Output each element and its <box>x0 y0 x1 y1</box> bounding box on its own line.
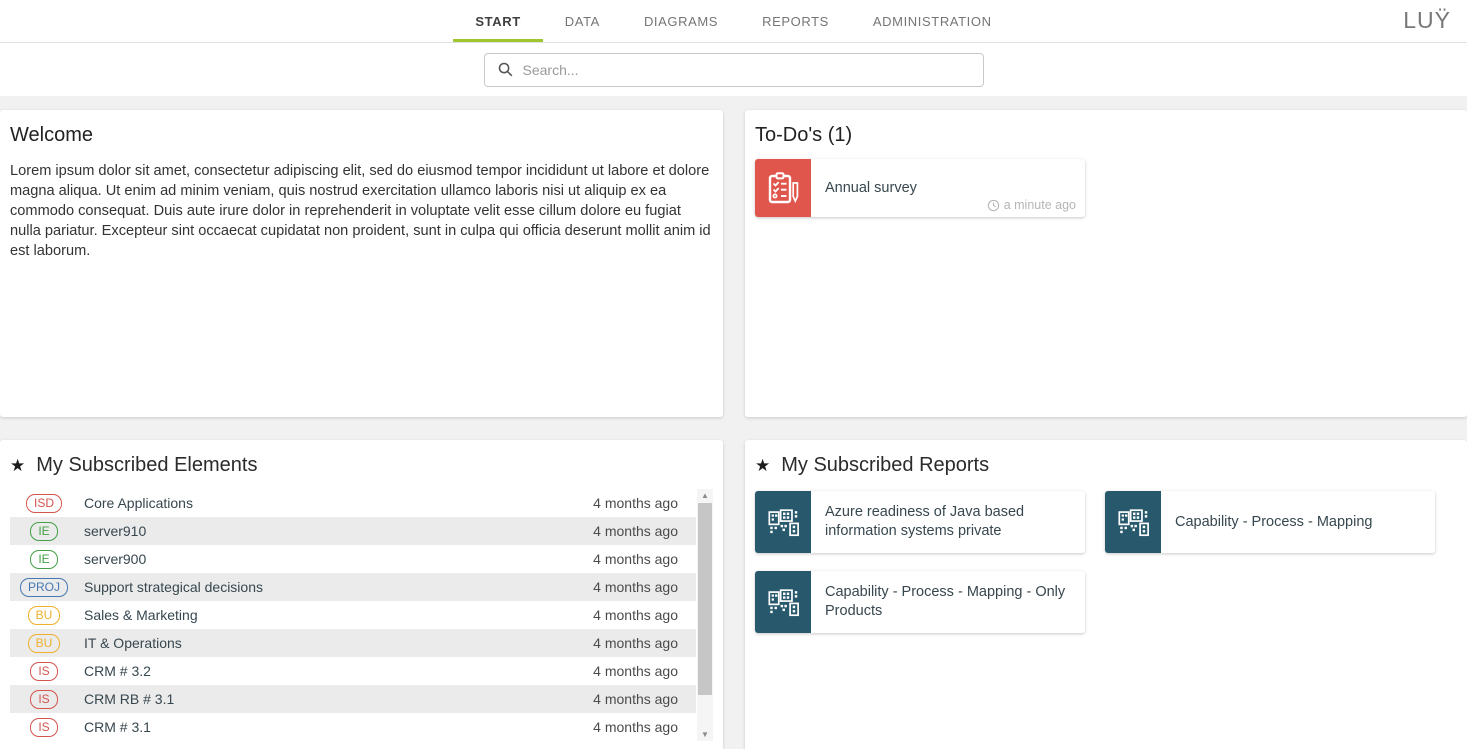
tab-reports[interactable]: REPORTS <box>740 0 851 42</box>
todo-annual-survey[interactable]: Annual survey a minute ago <box>755 159 1085 217</box>
todo-item-label: Annual survey <box>811 171 931 206</box>
report-matrix-icon <box>755 491 811 553</box>
element-name: server900 <box>84 551 593 567</box>
todos-card: To-Do's (1) <box>745 110 1467 417</box>
element-name: Support strategical decisions <box>84 579 593 595</box>
welcome-title: Welcome <box>10 124 713 147</box>
report-matrix-icon <box>1105 491 1161 553</box>
element-type-badge: BU <box>28 634 61 653</box>
element-subscribed-time: 4 months ago <box>593 719 688 735</box>
element-name: Core Applications <box>84 495 593 511</box>
element-name: CRM # 3.2 <box>84 663 593 679</box>
search-input[interactable] <box>523 62 971 78</box>
subscribed-element-row[interactable]: IS CRM # 3.2 4 months ago <box>10 657 696 685</box>
subscribed-reports-title: ★ My Subscribed Reports <box>755 454 1457 477</box>
report-matrix-icon <box>755 571 811 633</box>
element-subscribed-time: 4 months ago <box>593 495 688 511</box>
element-name: server910 <box>84 523 593 539</box>
tab-start[interactable]: START <box>453 0 542 42</box>
element-name: Sales & Marketing <box>84 607 593 623</box>
todos-title: To-Do's (1) <box>755 124 1457 147</box>
subscribed-elements-list: ISD Core Applications 4 months ago IE se… <box>10 489 713 741</box>
scrollbar-up-arrow[interactable]: ▲ <box>697 489 713 502</box>
report-azure-readiness-of-java-based-information-systems-private[interactable]: Azure readiness of Java based informatio… <box>755 491 1085 553</box>
search-icon <box>497 61 514 78</box>
element-subscribed-time: 4 months ago <box>593 607 688 623</box>
clock-icon <box>987 199 1000 212</box>
element-name: IT & Operations <box>84 635 593 651</box>
subscribed-elements-title-text: My Subscribed Elements <box>36 454 257 477</box>
element-subscribed-time: 4 months ago <box>593 551 688 567</box>
search-section <box>0 43 1467 96</box>
element-type-badge: IS <box>30 690 57 709</box>
element-subscribed-time: 4 months ago <box>593 663 688 679</box>
subscribed-element-row[interactable]: ISD Core Applications 4 months ago <box>10 489 696 517</box>
report-item-label: Capability - Process - Mapping - Only Pr… <box>811 575 1085 629</box>
tab-data[interactable]: DATA <box>543 0 622 42</box>
element-subscribed-time: 4 months ago <box>593 579 688 595</box>
element-type-badge: BU <box>28 606 61 625</box>
subscribed-element-row[interactable]: IE server900 4 months ago <box>10 545 696 573</box>
element-type-badge: ISD <box>26 494 62 513</box>
element-type-badge: IE <box>30 550 57 569</box>
report-item-label: Azure readiness of Java based informatio… <box>811 495 1085 549</box>
todo-list: Annual survey a minute ago <box>755 159 1457 217</box>
subscribed-element-row[interactable]: BU Sales & Marketing 4 months ago <box>10 601 696 629</box>
todo-timestamp: a minute ago <box>987 198 1076 212</box>
tab-diagrams[interactable]: DIAGRAMS <box>622 0 740 42</box>
luy-logo[interactable]: LUŸ <box>1403 7 1451 34</box>
subscribed-element-row[interactable]: IE server910 4 months ago <box>10 517 696 545</box>
element-name: CRM RB # 3.1 <box>84 691 593 707</box>
subscribed-element-row[interactable]: IS CRM # 3.1 4 months ago <box>10 713 696 741</box>
subscribed-element-row[interactable]: BU IT & Operations 4 months ago <box>10 629 696 657</box>
element-type-badge: IE <box>30 522 57 541</box>
welcome-text: Lorem ipsum dolor sit amet, consectetur … <box>10 161 713 261</box>
report-item-label: Capability - Process - Mapping <box>1161 505 1386 540</box>
star-icon: ★ <box>10 457 25 474</box>
subscribed-element-row[interactable]: IS CRM RB # 3.1 4 months ago <box>10 685 696 713</box>
report-capability-process-mapping-only-products[interactable]: Capability - Process - Mapping - Only Pr… <box>755 571 1085 633</box>
element-type-badge: IS <box>30 718 57 737</box>
welcome-card: Welcome Lorem ipsum dolor sit amet, cons… <box>0 110 723 417</box>
subscribed-reports-list: Azure readiness of Java based informatio… <box>755 491 1457 633</box>
subscribed-element-row[interactable]: PROJ Support strategical decisions 4 mon… <box>10 573 696 601</box>
element-name: CRM # 3.1 <box>84 719 593 735</box>
list-scrollbar[interactable]: ▲ ▼ <box>697 489 713 741</box>
todo-time-text: a minute ago <box>1004 198 1076 212</box>
element-type-badge: PROJ <box>20 578 68 597</box>
todo-checklist-icon <box>755 159 811 217</box>
report-capability-process-mapping[interactable]: Capability - Process - Mapping <box>1105 491 1435 553</box>
scrollbar-down-arrow[interactable]: ▼ <box>697 728 713 741</box>
subscribed-reports-card: ★ My Subscribed Reports <box>745 440 1467 749</box>
element-subscribed-time: 4 months ago <box>593 635 688 651</box>
element-subscribed-time: 4 months ago <box>593 523 688 539</box>
tab-administration[interactable]: ADMINISTRATION <box>851 0 1014 42</box>
search-box[interactable] <box>484 53 984 87</box>
element-subscribed-time: 4 months ago <box>593 691 688 707</box>
subscribed-elements-card: ★ My Subscribed Elements ISD Core Applic… <box>0 440 723 749</box>
main-nav: START DATA DIAGRAMS REPORTS ADMINISTRATI… <box>453 0 1013 42</box>
dashboard-grid: Welcome Lorem ipsum dolor sit amet, cons… <box>0 96 1467 749</box>
top-nav-bar: START DATA DIAGRAMS REPORTS ADMINISTRATI… <box>0 0 1467 43</box>
element-type-badge: IS <box>30 662 57 681</box>
star-icon: ★ <box>755 457 770 474</box>
subscribed-reports-title-text: My Subscribed Reports <box>781 454 989 477</box>
scrollbar-thumb[interactable] <box>698 503 712 695</box>
subscribed-elements-title: ★ My Subscribed Elements <box>10 454 713 477</box>
